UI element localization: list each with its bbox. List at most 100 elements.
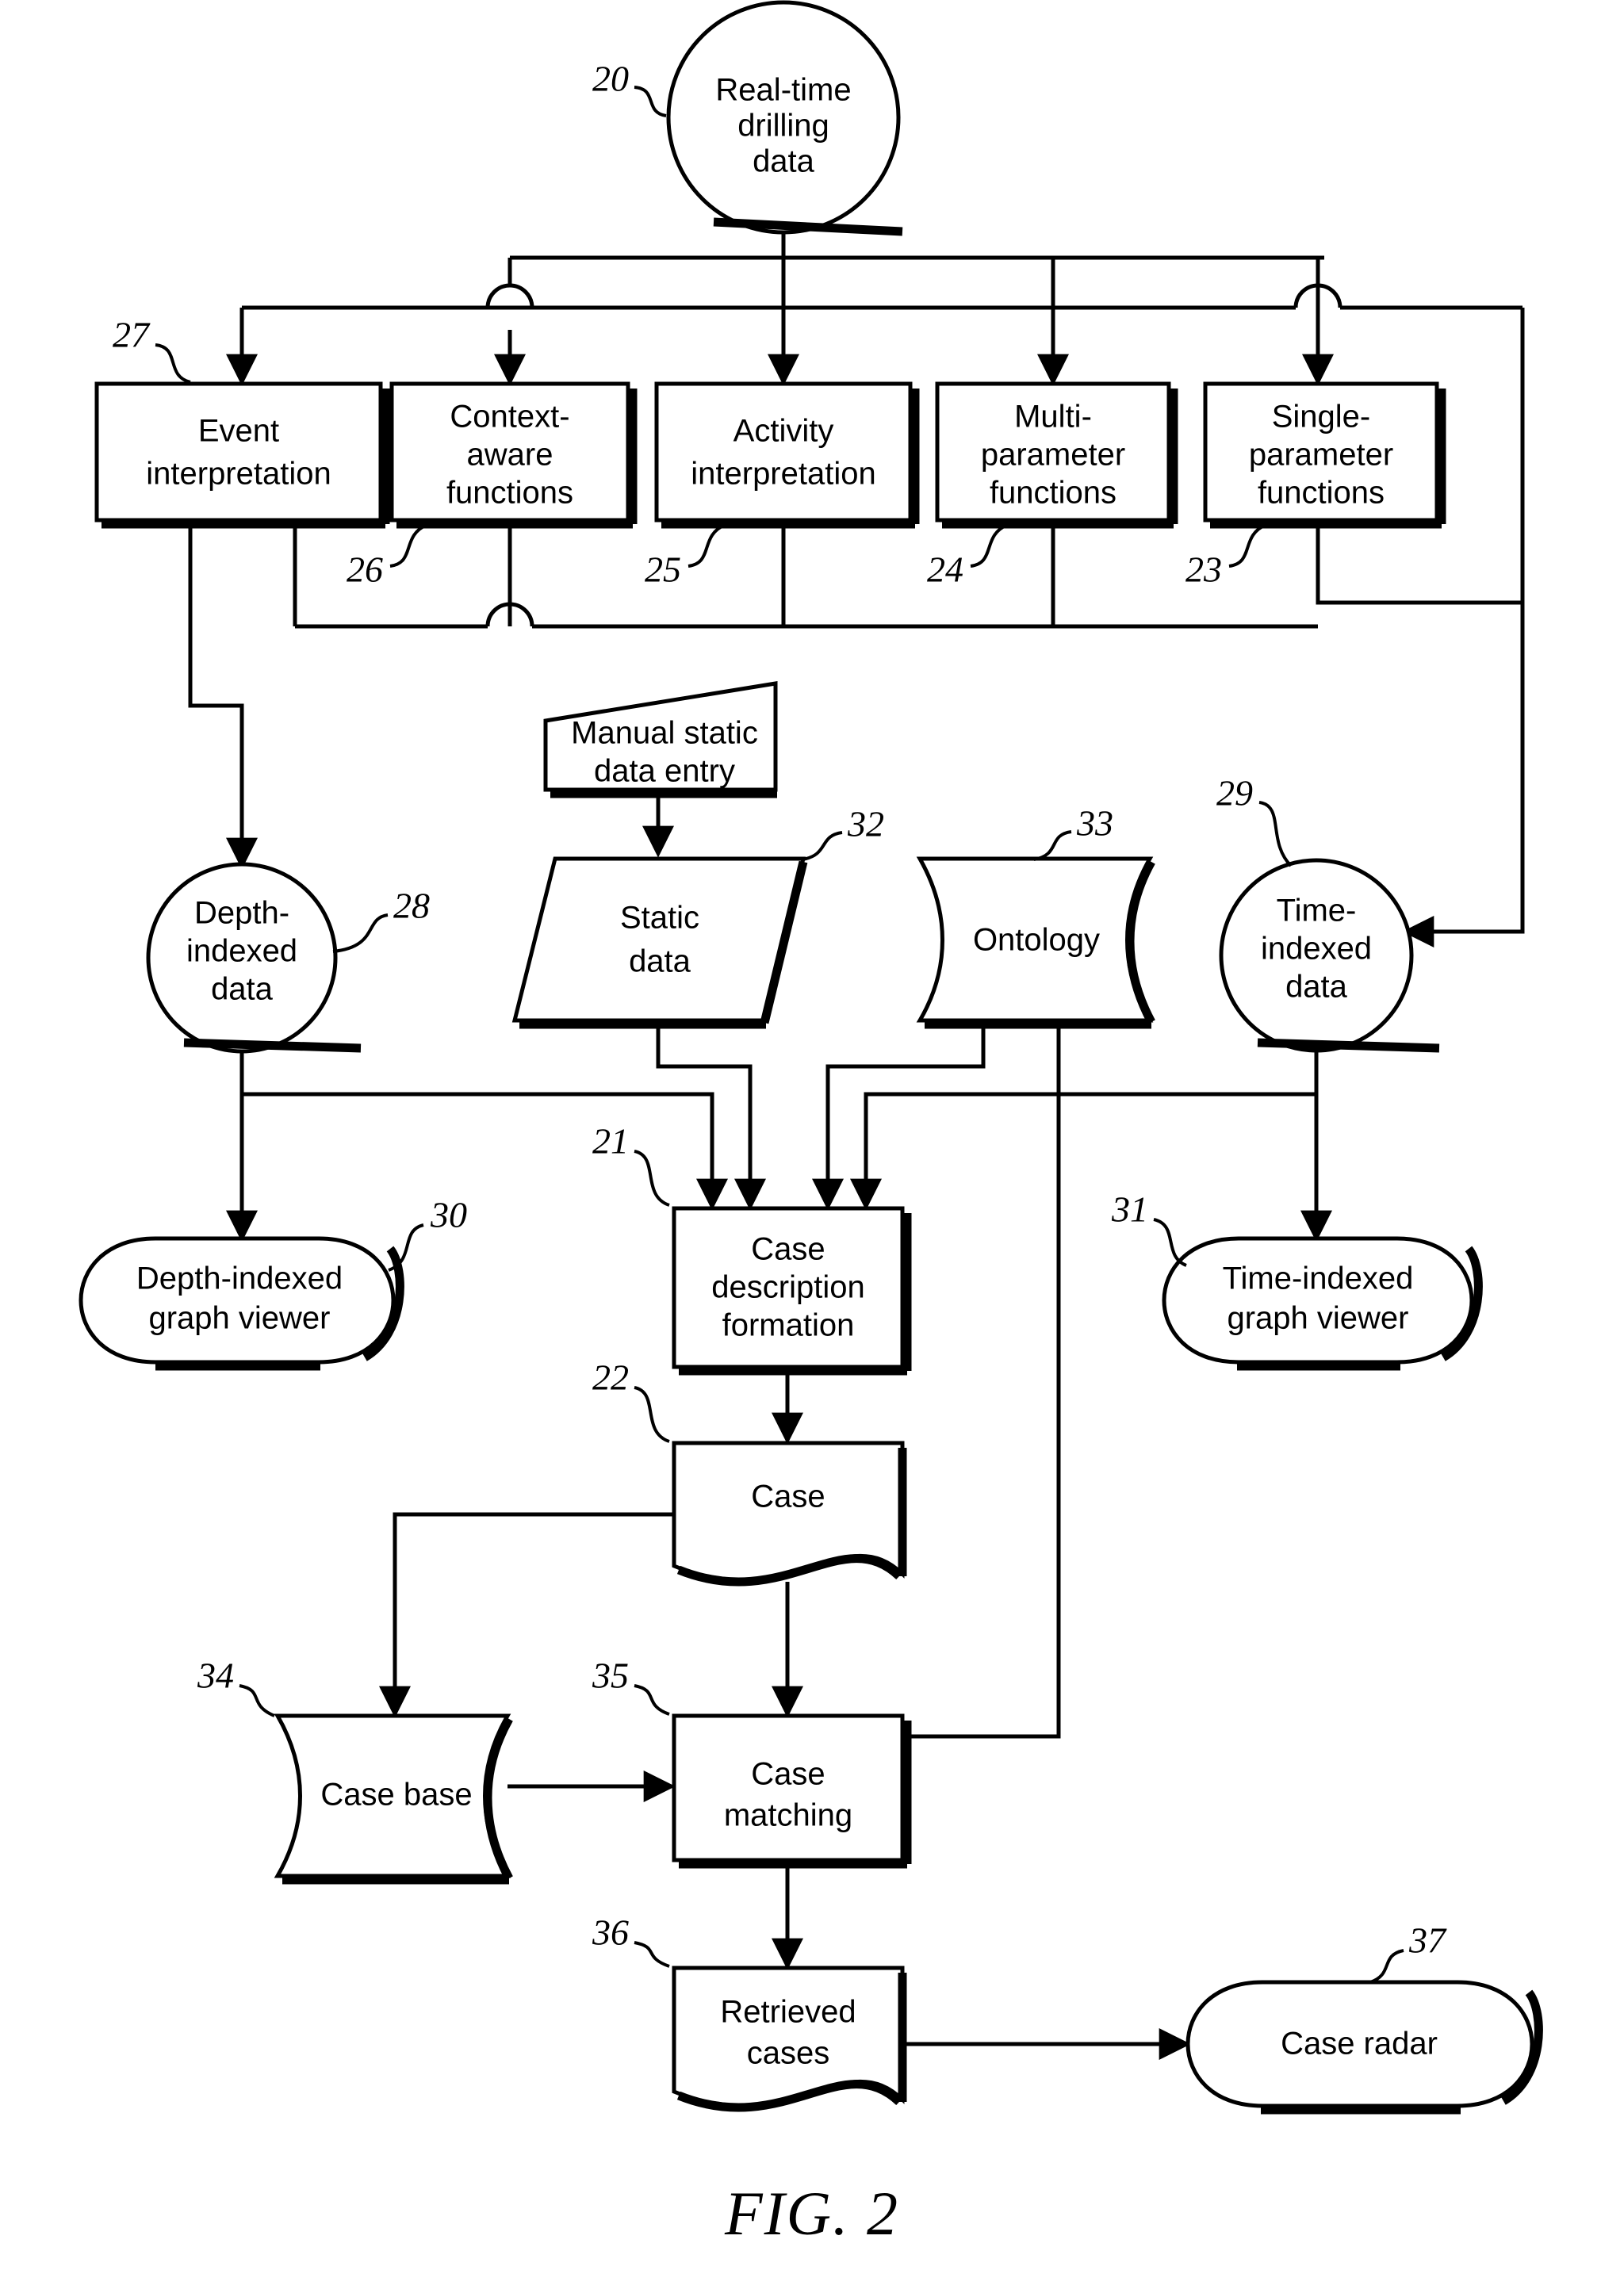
node-label-line: Case xyxy=(751,1480,825,1514)
edge-static-to-casedesc xyxy=(656,1023,766,1211)
ref-25: 25 xyxy=(645,523,726,590)
node-label-line: interpretation xyxy=(691,457,875,492)
node-label-line: Case base xyxy=(320,1778,472,1813)
node-label-line: Context- xyxy=(450,400,569,434)
svg-text:26: 26 xyxy=(347,549,383,590)
edge-single-out xyxy=(1316,519,1522,605)
node-label-line: functions xyxy=(1258,476,1385,511)
node-case-radar[interactable]: Case radar xyxy=(1185,1980,1543,2115)
node-label-line: functions xyxy=(990,476,1116,511)
ref-24: 24 xyxy=(927,523,1008,590)
svg-text:24: 24 xyxy=(927,549,963,590)
node-label-line: Manual static xyxy=(571,716,758,751)
node-static-data[interactable]: Static data xyxy=(511,856,808,1029)
ref-33: 33 xyxy=(1033,803,1113,861)
node-activity-interpretation[interactable]: Activity interpretation xyxy=(654,381,920,529)
node-event-interpretation[interactable]: Event interpretation xyxy=(94,381,390,529)
edge-ontology-to-casematching xyxy=(879,1023,1061,1752)
svg-text:23: 23 xyxy=(1185,549,1222,590)
edge-ontology-to-casedesc xyxy=(812,1023,986,1211)
node-label-line: graph viewer xyxy=(1227,1301,1408,1336)
node-ontology[interactable]: Ontology xyxy=(916,856,1155,1029)
node-depth-indexed-data[interactable]: Depth- indexed data xyxy=(146,862,362,1054)
ref-37: 37 xyxy=(1369,1920,1447,1984)
node-label-line: data xyxy=(1285,970,1348,1005)
node-case[interactable]: Case xyxy=(672,1441,907,1587)
node-label-line: Time-indexed xyxy=(1223,1261,1414,1296)
flowchart-canvas: Real-time drilling data 20 Event interpr… xyxy=(79,0,1543,2248)
node-label-line: Time- xyxy=(1277,894,1357,928)
ref-27: 27 xyxy=(113,315,191,384)
node-depth-indexed-graph-viewer[interactable]: Depth-indexed graph viewer xyxy=(79,1236,404,1371)
node-manual-static-data-entry[interactable]: Manual static data entry xyxy=(543,681,778,798)
node-case-description-formation[interactable]: Case description formation xyxy=(672,1206,912,1376)
svg-text:37: 37 xyxy=(1408,1920,1447,1961)
node-label-line: data xyxy=(211,972,274,1007)
svg-text:33: 33 xyxy=(1076,803,1113,844)
edge-bus-to-context-hop xyxy=(485,283,534,308)
ref-26: 26 xyxy=(347,523,427,590)
node-realtime-drilling-data[interactable]: Real-time drilling data xyxy=(666,0,903,236)
svg-text:28: 28 xyxy=(393,886,430,926)
node-label-line: Case radar xyxy=(1281,2027,1438,2061)
node-label-line: parameter xyxy=(981,438,1125,473)
node-label-line: Single- xyxy=(1272,400,1371,434)
node-label-line: Event xyxy=(198,414,279,449)
node-time-indexed-graph-viewer[interactable]: Time-indexed graph viewer xyxy=(1162,1236,1483,1371)
node-label-line: matching xyxy=(724,1798,852,1833)
node-label-line: Real-time xyxy=(715,73,851,108)
svg-text:29: 29 xyxy=(1216,773,1253,813)
node-label-line: drilling xyxy=(737,109,829,144)
svg-text:27: 27 xyxy=(113,315,151,355)
svg-text:36: 36 xyxy=(592,1912,629,1953)
node-context-aware-functions[interactable]: Context- aware functions xyxy=(389,381,638,529)
edge-depth-to-casedesc xyxy=(242,1092,728,1211)
node-label-line: Retrieved xyxy=(720,1995,856,2030)
svg-text:22: 22 xyxy=(592,1357,629,1398)
node-retrieved-cases[interactable]: Retrieved cases xyxy=(672,1966,907,2112)
node-label-line: Case xyxy=(751,1232,825,1267)
ref-28: 28 xyxy=(332,886,430,953)
ref-23: 23 xyxy=(1185,523,1266,590)
node-label-line: Static xyxy=(620,901,699,936)
svg-text:32: 32 xyxy=(847,804,884,844)
node-label-line: interpretation xyxy=(146,457,331,492)
node-label-line: Activity xyxy=(733,414,834,449)
ref-20: 20 xyxy=(592,59,667,117)
node-label-line: cases xyxy=(747,2036,830,2071)
svg-text:30: 30 xyxy=(430,1195,467,1235)
ref-29: 29 xyxy=(1216,773,1293,867)
svg-text:25: 25 xyxy=(645,549,681,590)
node-label-line: indexed xyxy=(186,934,297,969)
node-label-line: Case xyxy=(751,1757,825,1792)
node-label-line: indexed xyxy=(1261,932,1372,967)
node-label-line: data xyxy=(753,144,815,179)
svg-text:31: 31 xyxy=(1111,1189,1148,1230)
node-label-line: formation xyxy=(722,1308,855,1343)
ref-21: 21 xyxy=(592,1121,670,1207)
node-label-line: graph viewer xyxy=(148,1301,330,1336)
node-label-line: parameter xyxy=(1249,438,1393,473)
node-label-line: functions xyxy=(446,476,573,511)
ref-36: 36 xyxy=(592,1912,670,1968)
svg-text:35: 35 xyxy=(592,1656,629,1696)
svg-text:20: 20 xyxy=(592,59,629,99)
node-label-line: Depth- xyxy=(194,896,289,931)
node-multi-parameter-functions[interactable]: Multi- parameter functions xyxy=(935,381,1178,529)
edge-event-to-depth xyxy=(188,519,258,870)
node-label-line: data entry xyxy=(594,754,735,789)
ref-31: 31 xyxy=(1111,1189,1187,1267)
node-label-line: data xyxy=(629,944,691,979)
ref-34: 34 xyxy=(197,1656,275,1717)
node-label-line: aware xyxy=(467,438,553,473)
node-case-matching[interactable]: Case matching xyxy=(672,1713,912,1869)
node-time-indexed-data[interactable]: Time- indexed data xyxy=(1219,858,1440,1053)
edge-case-to-casebase xyxy=(379,1512,674,1718)
ref-30: 30 xyxy=(388,1195,467,1272)
node-label-line: Depth-indexed xyxy=(136,1261,343,1296)
figure-caption: FIG. 2 xyxy=(724,2179,899,2248)
ref-32: 32 xyxy=(802,804,884,861)
node-single-parameter-functions[interactable]: Single- parameter functions xyxy=(1203,381,1446,529)
ref-22: 22 xyxy=(592,1357,670,1443)
node-case-base[interactable]: Case base xyxy=(274,1713,513,1885)
